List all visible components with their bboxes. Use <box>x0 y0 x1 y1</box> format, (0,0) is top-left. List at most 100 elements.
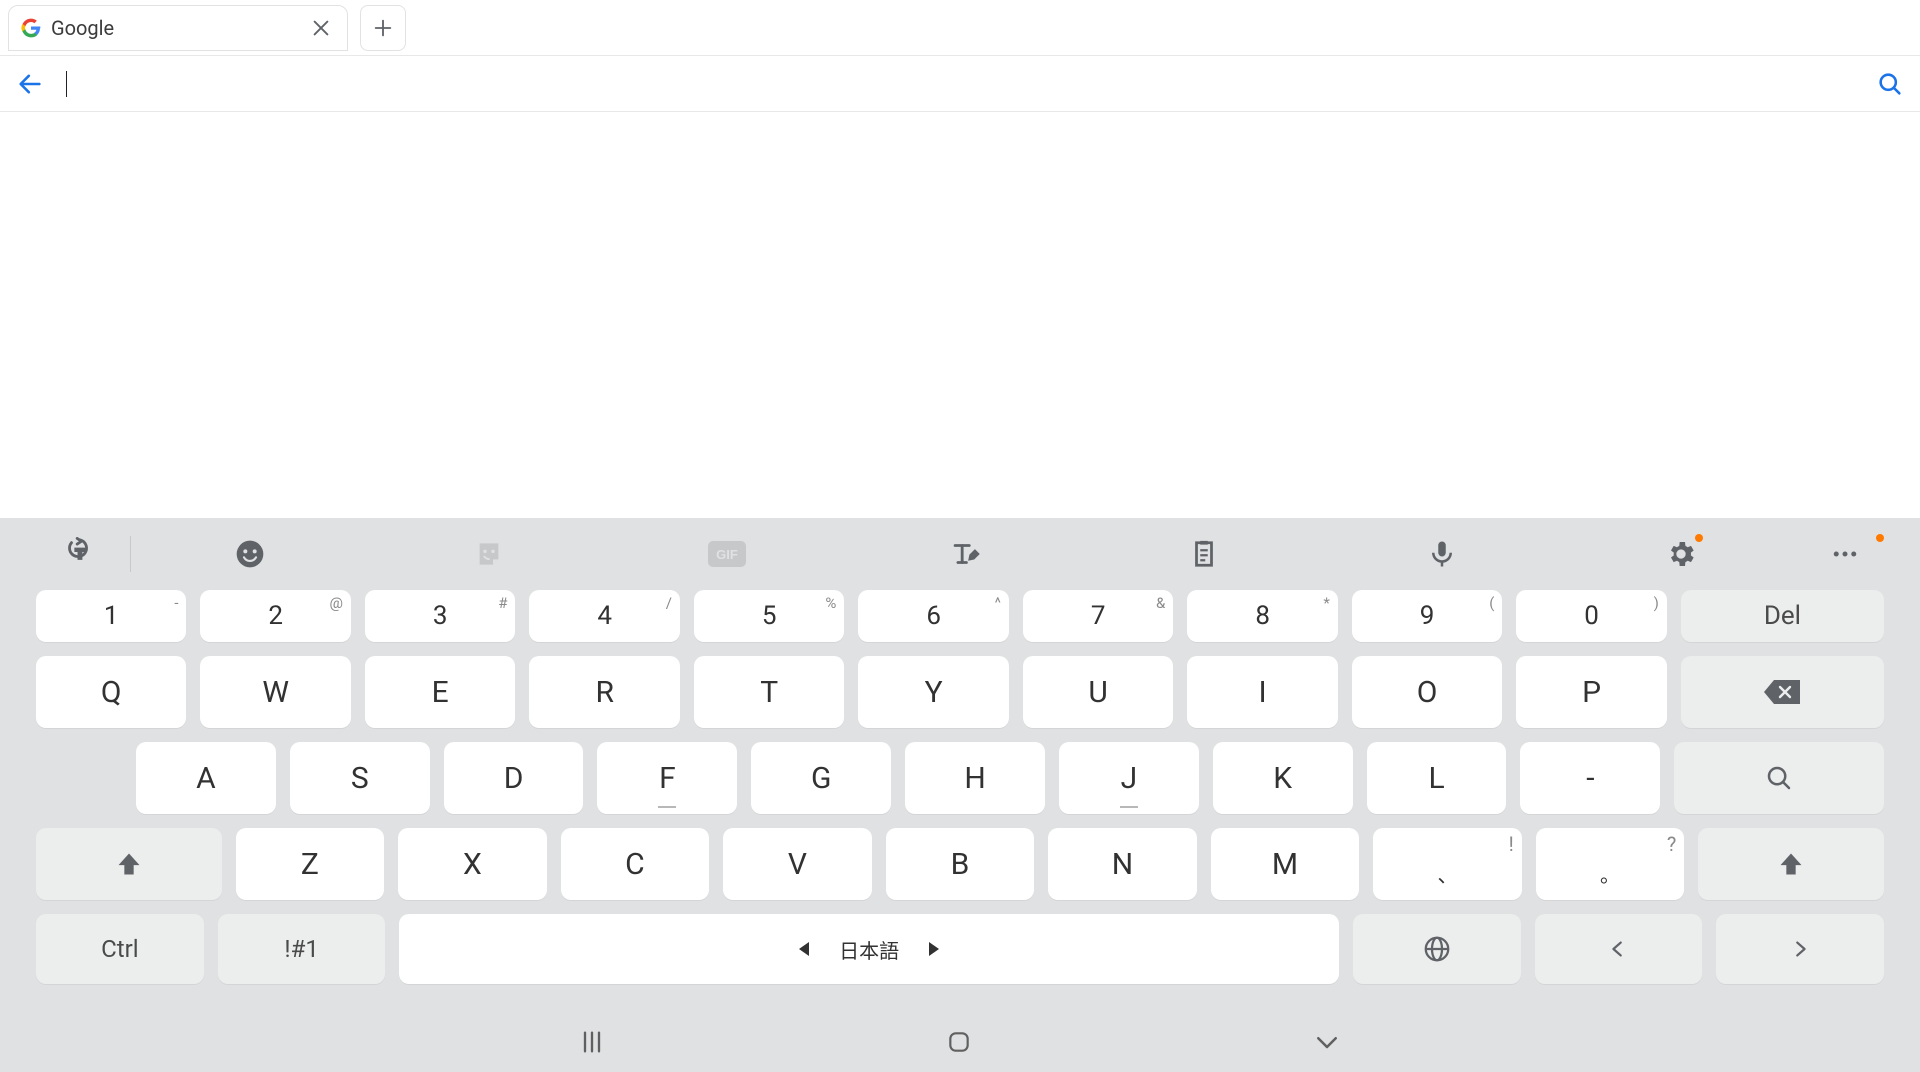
key-u[interactable]: U <box>1023 656 1173 728</box>
key-superscript: / <box>666 594 672 612</box>
key-cursor-left[interactable] <box>1535 914 1703 984</box>
key-superscript: ^ <box>995 594 1001 612</box>
browser-tab[interactable]: Google <box>8 5 348 51</box>
keyboard-row-q: QWERTYUIOP <box>36 656 1884 728</box>
key-superscript: @ <box>329 594 342 612</box>
key-search[interactable] <box>1674 742 1884 814</box>
space-language-label: 日本語 <box>839 935 899 964</box>
gif-icon[interactable]: GIF <box>608 518 846 590</box>
key-n[interactable]: N <box>1048 828 1197 900</box>
sticker-icon[interactable] <box>369 518 607 590</box>
virtual-keyboard: T GIF 1-2@3#4/5%6^7&8 <box>0 518 1920 1072</box>
omnibox-input[interactable] <box>50 64 1870 104</box>
omnibox-row <box>0 56 1920 112</box>
text-cursor <box>66 71 67 97</box>
android-recents-button[interactable] <box>578 1028 606 1056</box>
key-s[interactable]: S <box>290 742 430 814</box>
key-w[interactable]: W <box>200 656 350 728</box>
key-9[interactable]: 9( <box>1352 590 1502 642</box>
new-tab-button[interactable] <box>360 5 406 51</box>
android-nav-bar <box>0 1012 1920 1072</box>
key-o[interactable]: O <box>1352 656 1502 728</box>
text-edit-icon[interactable] <box>846 518 1084 590</box>
key-superscript: ( <box>1489 594 1494 612</box>
key-symbols[interactable]: !#1 <box>218 914 386 984</box>
svg-text:GIF: GIF <box>716 547 738 562</box>
home-row-marker <box>1120 806 1138 808</box>
key-r[interactable]: R <box>529 656 679 728</box>
voice-input-icon[interactable] <box>1323 518 1561 590</box>
settings-icon[interactable] <box>1562 518 1800 590</box>
emoji-icon[interactable] <box>131 518 369 590</box>
space-next-language-icon <box>929 942 939 956</box>
key-3[interactable]: 3# <box>365 590 515 642</box>
key-q[interactable]: Q <box>36 656 186 728</box>
key-b[interactable]: B <box>886 828 1035 900</box>
key-4[interactable]: 4/ <box>529 590 679 642</box>
android-hide-keyboard-button[interactable] <box>1312 1027 1342 1057</box>
keyboard-row-z: ZXCVBNM、!。? <box>36 828 1884 900</box>
keyboard-number-row: 1- 2@ 3# 4/5% 6^ 7&8* 9( 0) Del <box>36 590 1884 642</box>
key-superscript: - <box>174 594 178 612</box>
key-superscript: & <box>1156 594 1165 612</box>
key-space[interactable]: 日本語 <box>399 914 1338 984</box>
key-superscript: * <box>1323 594 1329 612</box>
key-d[interactable]: D <box>444 742 584 814</box>
close-tab-button[interactable] <box>307 14 335 42</box>
key-superscript: # <box>498 594 507 612</box>
key-period[interactable]: 。? <box>1536 828 1685 900</box>
keyboard-rows: 1- 2@ 3# 4/5% 6^ 7&8* 9( 0) Del QWERTYUIOP ASDFG… <box>0 590 1920 1012</box>
key-1[interactable]: 1- <box>36 590 186 642</box>
key-c[interactable]: C <box>561 828 710 900</box>
home-row-marker <box>658 806 676 808</box>
key-ctrl[interactable]: Ctrl <box>36 914 204 984</box>
key-comma[interactable]: 、! <box>1373 828 1522 900</box>
key-cursor-right[interactable] <box>1716 914 1884 984</box>
key-l[interactable]: L <box>1367 742 1507 814</box>
settings-notification-dot <box>1695 534 1703 542</box>
more-notification-dot <box>1876 534 1884 542</box>
key-dash[interactable]: - <box>1520 742 1660 814</box>
key-6[interactable]: 6^ <box>858 590 1008 642</box>
key-superscript: ) <box>1654 594 1659 612</box>
tab-strip: Google <box>0 0 1920 56</box>
key-h[interactable]: H <box>905 742 1045 814</box>
key-shift-right[interactable] <box>1698 828 1884 900</box>
keyboard-toolbar: T GIF <box>0 518 1920 590</box>
key-f[interactable]: F <box>597 742 737 814</box>
tab-title: Google <box>51 16 297 40</box>
keyboard-row-a: ASDFGHJKL- <box>36 742 1884 814</box>
key-delete[interactable]: Del <box>1681 590 1884 642</box>
key-0[interactable]: 0) <box>1516 590 1666 642</box>
key-2[interactable]: 2@ <box>200 590 350 642</box>
key-language-globe[interactable] <box>1353 914 1521 984</box>
key-a[interactable]: A <box>136 742 276 814</box>
svg-text:T: T <box>76 546 85 562</box>
key-8[interactable]: 8* <box>1187 590 1337 642</box>
mode-toggle-icon[interactable]: T <box>30 518 130 590</box>
key-x[interactable]: X <box>398 828 547 900</box>
key-k[interactable]: K <box>1213 742 1353 814</box>
key-j[interactable]: J <box>1059 742 1199 814</box>
key-t[interactable]: T <box>694 656 844 728</box>
key-v[interactable]: V <box>723 828 872 900</box>
android-home-button[interactable] <box>946 1029 972 1055</box>
key-backspace[interactable] <box>1681 656 1884 728</box>
key-superscript: % <box>825 594 836 612</box>
key-z[interactable]: Z <box>236 828 385 900</box>
key-m[interactable]: M <box>1211 828 1360 900</box>
key-7[interactable]: 7& <box>1023 590 1173 642</box>
key-p[interactable]: P <box>1516 656 1666 728</box>
more-icon[interactable] <box>1800 518 1890 590</box>
key-i[interactable]: I <box>1187 656 1337 728</box>
key-g[interactable]: G <box>751 742 891 814</box>
key-5[interactable]: 5% <box>694 590 844 642</box>
key-y[interactable]: Y <box>858 656 1008 728</box>
keyboard-bottom-row: Ctrl !#1 日本語 <box>36 914 1884 984</box>
omnibox-search-button[interactable] <box>1870 64 1910 104</box>
google-favicon <box>21 18 41 38</box>
key-e[interactable]: E <box>365 656 515 728</box>
back-button[interactable] <box>10 64 50 104</box>
key-shift-left[interactable] <box>36 828 222 900</box>
clipboard-icon[interactable] <box>1085 518 1323 590</box>
